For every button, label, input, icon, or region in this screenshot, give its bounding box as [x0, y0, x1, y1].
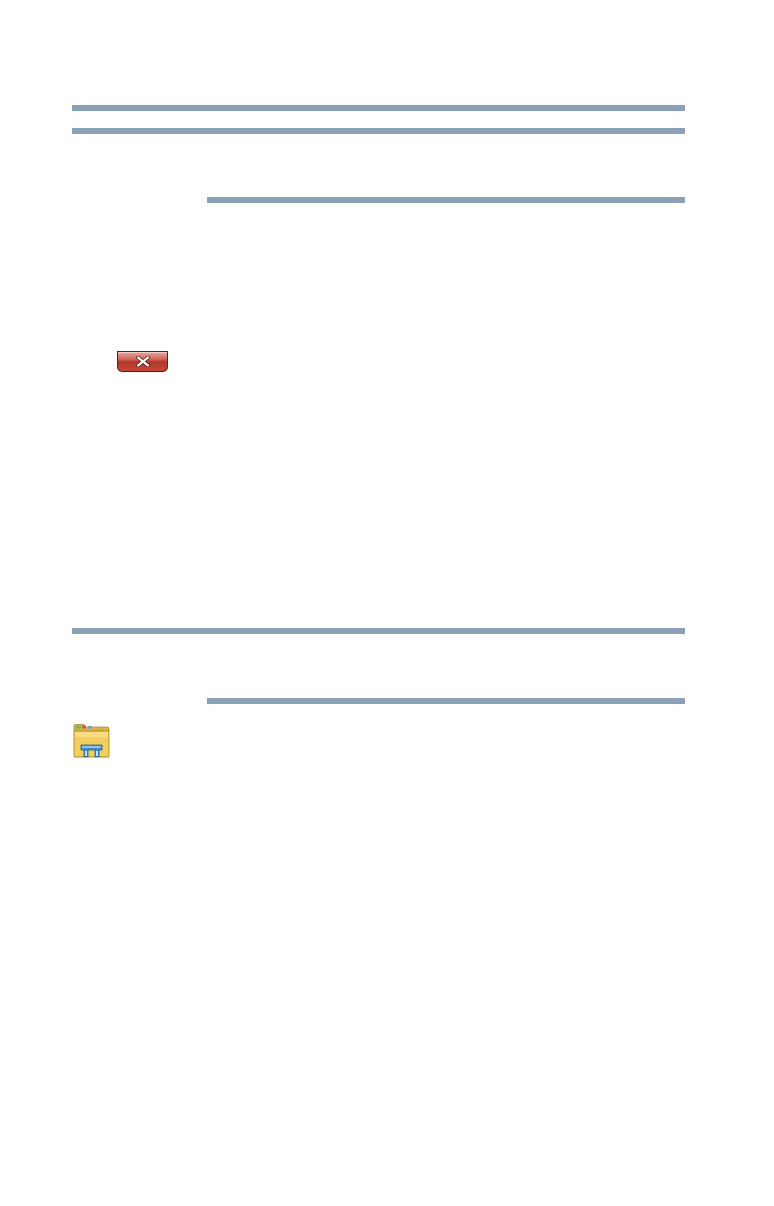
close-x-glyph — [135, 356, 150, 367]
section-rule-2 — [207, 698, 685, 704]
file-explorer-icon — [73, 724, 110, 758]
section-divider-rule — [72, 628, 685, 634]
header-rule-bottom — [72, 128, 685, 134]
section-rule-1 — [207, 197, 685, 203]
close-window-icon — [117, 351, 168, 372]
header-rule-top — [72, 105, 685, 111]
